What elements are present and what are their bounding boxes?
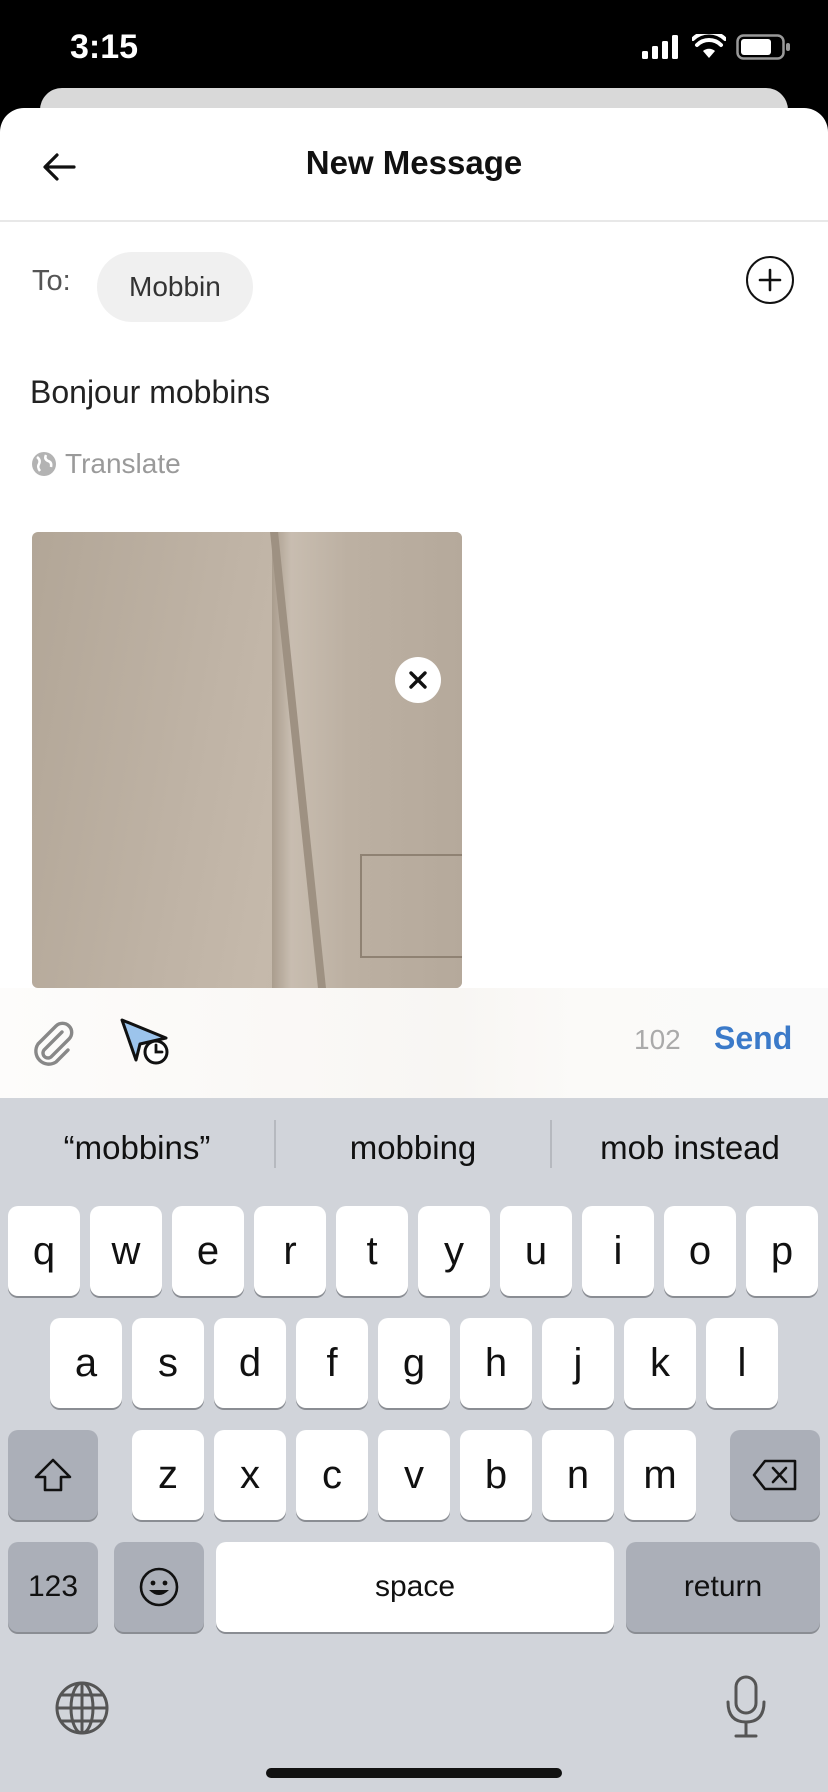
key-y[interactable]: y xyxy=(418,1206,490,1296)
key-h[interactable]: h xyxy=(460,1318,532,1408)
navigation-bar: New Message xyxy=(0,108,828,222)
signal-icon xyxy=(642,35,678,59)
to-label: To: xyxy=(32,265,71,297)
key-m[interactable]: m xyxy=(624,1430,696,1520)
key-a[interactable]: a xyxy=(50,1318,122,1408)
key-r[interactable]: r xyxy=(254,1206,326,1296)
return-key[interactable]: return xyxy=(626,1542,820,1632)
key-o[interactable]: o xyxy=(664,1206,736,1296)
plus-icon xyxy=(758,268,782,292)
key-b[interactable]: b xyxy=(460,1430,532,1520)
key-g[interactable]: g xyxy=(378,1318,450,1408)
send-button[interactable]: Send xyxy=(714,1020,792,1057)
key-u[interactable]: u xyxy=(500,1206,572,1296)
suggestion-item[interactable]: mob instead xyxy=(552,1098,828,1198)
suggestion-item[interactable]: “mobbins” xyxy=(0,1098,274,1198)
schedule-send-button[interactable] xyxy=(118,1014,176,1070)
home-indicator xyxy=(266,1768,562,1778)
emoji-icon xyxy=(139,1567,179,1607)
key-s[interactable]: s xyxy=(132,1318,204,1408)
key-p[interactable]: p xyxy=(746,1206,818,1296)
recipient-chip[interactable]: Mobbin xyxy=(97,252,253,322)
key-n[interactable]: n xyxy=(542,1430,614,1520)
character-count: 102 xyxy=(634,1024,681,1055)
paperclip-icon xyxy=(34,1021,74,1066)
scheduled-send-icon xyxy=(120,1018,169,1065)
photo-attachment[interactable] xyxy=(32,532,462,988)
key-c[interactable]: c xyxy=(296,1430,368,1520)
key-q[interactable]: q xyxy=(8,1206,80,1296)
key-f[interactable]: f xyxy=(296,1318,368,1408)
key-d[interactable]: d xyxy=(214,1318,286,1408)
page-title: New Message xyxy=(305,144,523,181)
space-key[interactable]: space xyxy=(216,1542,614,1632)
suggestion-item[interactable]: mobbing xyxy=(276,1098,550,1198)
key-l[interactable]: l xyxy=(706,1318,778,1408)
key-i[interactable]: i xyxy=(582,1206,654,1296)
key-v[interactable]: v xyxy=(378,1430,450,1520)
globe-icon xyxy=(55,1681,109,1735)
status-icons xyxy=(642,34,792,60)
backspace-key[interactable] xyxy=(730,1430,820,1520)
shift-key[interactable] xyxy=(8,1430,98,1520)
status-bar: 3:15 xyxy=(0,0,828,100)
microphone-icon xyxy=(726,1675,766,1738)
emoji-key[interactable] xyxy=(114,1542,204,1632)
wifi-icon xyxy=(692,34,726,58)
recipient-row: To: Mobbin xyxy=(0,243,828,323)
status-time: 3:15 xyxy=(70,28,139,66)
globe-icon xyxy=(32,452,56,476)
suggestion-bar: “mobbins” mobbing mob instead xyxy=(0,1098,828,1198)
key-w[interactable]: w xyxy=(90,1206,162,1296)
key-k[interactable]: k xyxy=(624,1318,696,1408)
photo-content xyxy=(360,854,462,958)
translate-label: Translate xyxy=(65,448,181,479)
shift-icon xyxy=(34,1458,72,1492)
message-body[interactable]: Bonjour mobbins xyxy=(30,374,270,411)
remove-attachment-button[interactable] xyxy=(395,657,441,703)
compose-toolbar: 102 Send xyxy=(0,988,828,1098)
key-t[interactable]: t xyxy=(336,1206,408,1296)
translate-button[interactable]: Translate xyxy=(31,448,181,480)
battery-icon xyxy=(736,34,790,60)
numbers-key[interactable]: 123 xyxy=(8,1542,98,1632)
key-x[interactable]: x xyxy=(214,1430,286,1520)
keyboard-switch-button[interactable] xyxy=(52,1678,112,1738)
dictation-button[interactable] xyxy=(722,1674,770,1740)
key-j[interactable]: j xyxy=(542,1318,614,1408)
add-recipient-button[interactable] xyxy=(746,256,794,304)
backspace-icon xyxy=(752,1459,797,1491)
close-icon xyxy=(409,671,427,689)
attach-button[interactable] xyxy=(28,1018,78,1068)
keyboard: “mobbins” mobbing mob instead q w e r t … xyxy=(0,1098,828,1792)
key-z[interactable]: z xyxy=(132,1430,204,1520)
key-e[interactable]: e xyxy=(172,1206,244,1296)
